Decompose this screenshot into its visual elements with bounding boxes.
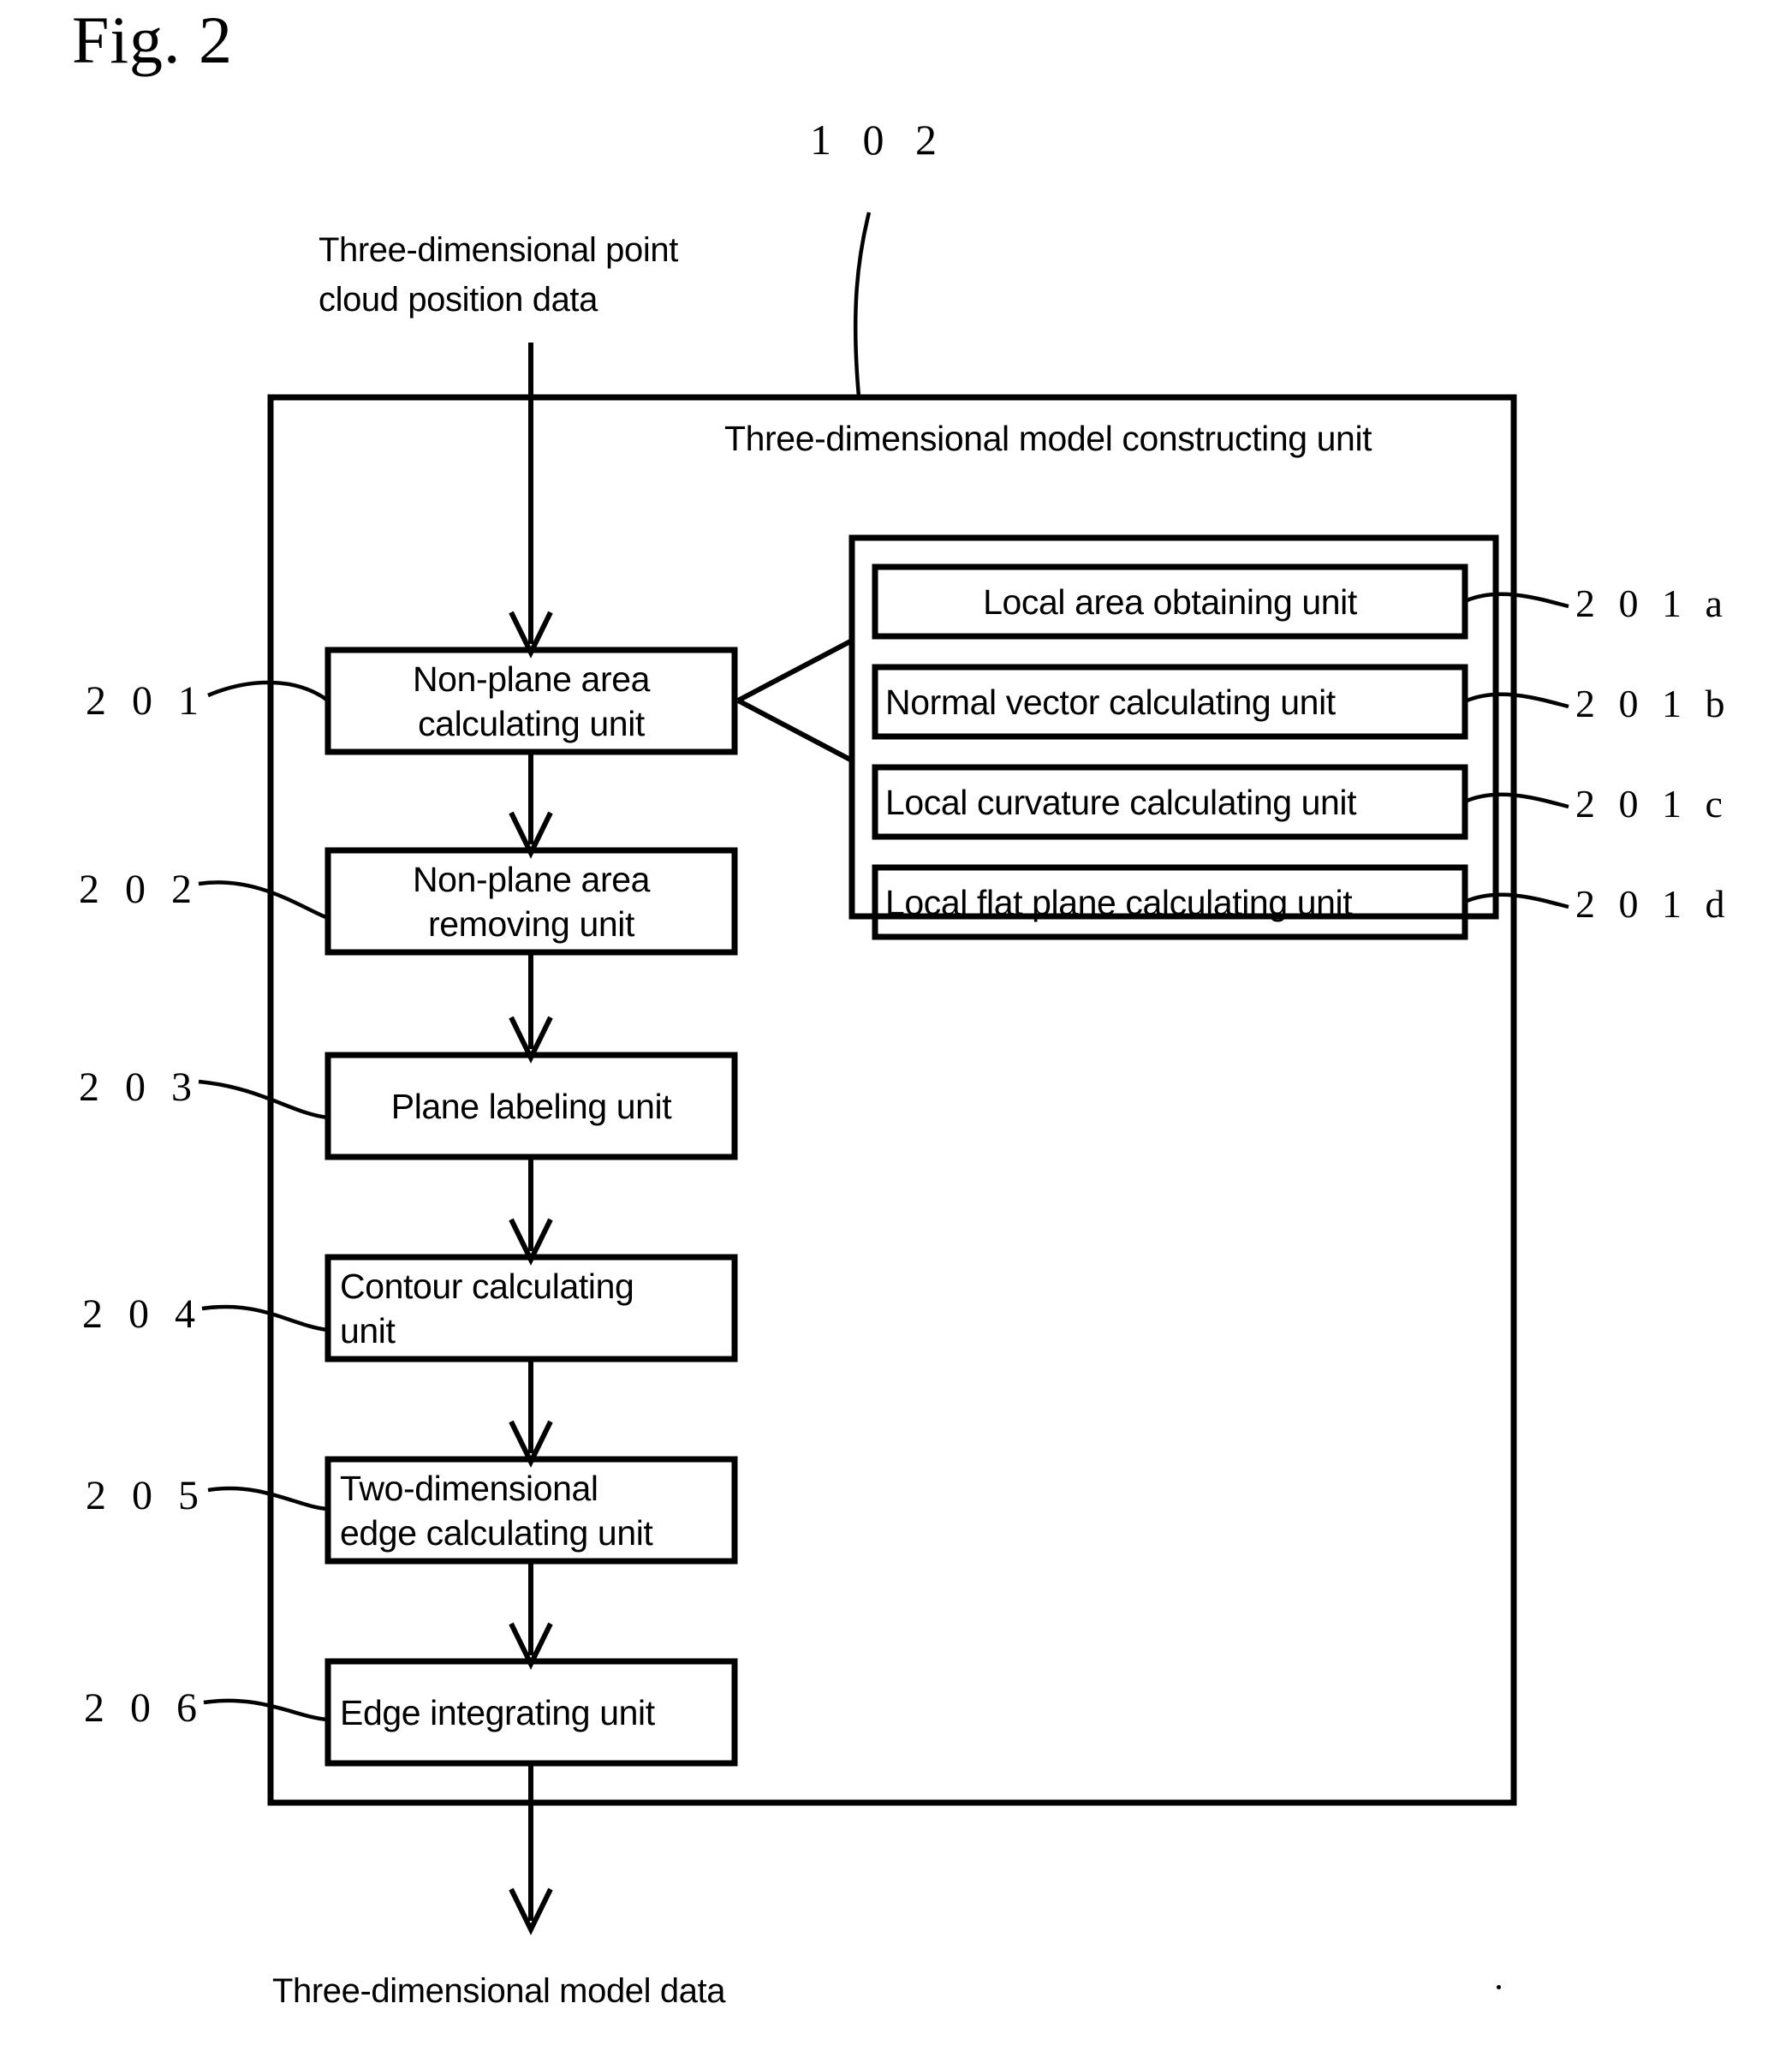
input-label-line2: cloud position data — [319, 281, 598, 319]
subunit-label-201a-text: Local area obtaining unit — [983, 581, 1357, 622]
process-label-204: Contour calculating unit — [328, 1257, 735, 1359]
lead-line-201d — [1464, 892, 1569, 909]
process-label-201-line1: Non-plane area — [412, 659, 651, 699]
output-arrow-head — [509, 1887, 553, 1935]
lead-line-205 — [207, 1486, 329, 1511]
subunit-label-201b-text: Normal vector calculating unit — [885, 682, 1336, 722]
input-label-line1: Three-dimensional point — [319, 231, 678, 269]
flow-arrow-203-204 — [509, 1157, 553, 1266]
lead-line-102 — [853, 212, 872, 397]
process-label-205: Two-dimensional edge calculating unit — [328, 1459, 735, 1561]
output-label: Three-dimensional model data — [272, 1972, 726, 2010]
figure-root: Fig. 2 1 0 2 Three-dimensional point clo… — [0, 0, 1792, 2051]
input-arrow-head — [509, 611, 553, 659]
lead-line-202 — [198, 880, 329, 921]
process-label-201-line2: calculating unit — [418, 703, 645, 743]
subunit-label-201c: Local curvature calculating unit — [875, 767, 1465, 837]
scan-artifact-dot — [1497, 1985, 1501, 1989]
flow-arrow-202-203 — [509, 952, 553, 1064]
subunit-label-201c-text: Local curvature calculating unit — [885, 782, 1357, 822]
process-label-206-line1: Edge integrating unit — [340, 1692, 655, 1732]
reference-numeral-201: 2 0 1 — [86, 678, 206, 724]
flow-arrow-204-205 — [509, 1359, 553, 1468]
lead-line-206 — [203, 1698, 329, 1722]
process-label-204-line1: Contour calculating — [340, 1266, 634, 1306]
flow-arrow-205-206 — [509, 1561, 553, 1670]
lead-line-201b — [1464, 692, 1569, 709]
process-label-206: Edge integrating unit — [328, 1661, 735, 1763]
process-label-202-line1: Non-plane area — [412, 859, 651, 899]
process-label-205-line1: Two-dimensional — [340, 1468, 598, 1508]
subunit-label-201b: Normal vector calculating unit — [875, 667, 1465, 736]
process-label-205-line2: edge calculating unit — [340, 1512, 653, 1553]
process-label-203: Plane labeling unit — [328, 1055, 735, 1157]
reference-numeral-201c: 2 0 1 c — [1575, 782, 1729, 826]
figure-title: Fig. 2 — [72, 3, 234, 77]
process-label-203-line1: Plane labeling unit — [390, 1086, 672, 1126]
reference-numeral-205: 2 0 5 — [86, 1473, 206, 1518]
subunit-label-201a: Local area obtaining unit — [875, 567, 1465, 636]
reference-numeral-202: 2 0 2 — [79, 867, 199, 912]
reference-numeral-201d: 2 0 1 d — [1575, 882, 1732, 926]
process-label-201: Non-plane area calculating unit — [328, 650, 735, 752]
reference-numeral-204: 2 0 4 — [82, 1291, 203, 1337]
reference-numeral-201b: 2 0 1 b — [1575, 682, 1732, 725]
subunit-label-201d: Local flat plane calculating unit — [875, 868, 1465, 937]
process-label-202-line2: removing unit — [428, 903, 634, 944]
fan-connector-201-subunits — [736, 638, 854, 763]
container-title: Three-dimensional model constructing uni… — [724, 419, 1372, 458]
lead-line-203 — [198, 1079, 329, 1120]
lead-line-201 — [207, 680, 330, 702]
diagram-line-art — [198, 212, 1569, 1935]
reference-numeral-201a: 2 0 1 a — [1575, 581, 1729, 625]
lead-line-201c — [1464, 792, 1569, 809]
lead-line-204 — [201, 1304, 329, 1333]
reference-numeral-206: 2 0 6 — [84, 1685, 205, 1731]
reference-numeral-102: 1 0 2 — [810, 116, 947, 164]
subunit-label-201d-text: Local flat plane calculating unit — [885, 882, 1353, 922]
flow-arrow-201-202 — [509, 752, 553, 859]
process-label-202: Non-plane area removing unit — [328, 850, 735, 952]
reference-numeral-203: 2 0 3 — [79, 1064, 199, 1110]
process-label-204-line2: unit — [340, 1310, 396, 1350]
lead-line-201a — [1464, 592, 1569, 609]
